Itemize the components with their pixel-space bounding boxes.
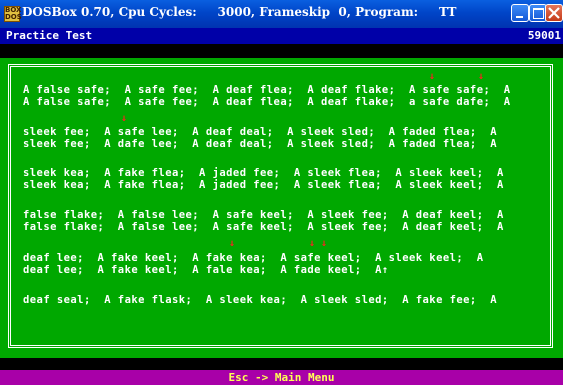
test-header: Practice Test 59001 [0, 28, 563, 44]
window-title-bar[interactable]: BOX DOS DOSBox 0.70, Cpu Cycles: 3000, F… [0, 0, 563, 28]
error-marker: ↓ [121, 113, 128, 124]
typed-line: sleek kea; A fake flea; A jaded fee; A s… [23, 179, 504, 191]
dosbox-app-icon[interactable]: BOX DOS [4, 6, 22, 22]
error-marker: ↓ [429, 71, 436, 82]
window-title: DOSBox 0.70, Cpu Cycles: 3000, Frameskip… [22, 5, 457, 19]
main-menu-hint[interactable]: Esc -> Main Menu [0, 370, 563, 385]
minimize-button[interactable] [511, 4, 529, 22]
upcoming-line: deaf seal; A fake flask; A sleek kea; A … [23, 294, 498, 306]
target-line: deaf lee; A fake keel; A fake kea; A saf… [23, 252, 484, 264]
footer-spacer [0, 358, 563, 370]
target-line: A false safe; A safe fee; A deaf flea; A… [23, 84, 511, 96]
test-counter: 59001 [527, 29, 561, 42]
header-spacer [0, 44, 563, 58]
close-button[interactable] [545, 4, 563, 22]
target-line: false flake; A false lee; A safe keel; A… [23, 209, 504, 221]
close-icon [548, 7, 560, 19]
test-title: Practice Test [6, 29, 93, 42]
target-line: sleek fee; A safe lee; A deaf deal; A sl… [23, 126, 498, 138]
typing-area: ↓ ↓ A false safe; A safe fee; A deaf fle… [0, 58, 563, 358]
error-marker: ↓ [478, 71, 485, 82]
target-line: sleek kea; A fake flea; A jaded fee; A s… [23, 167, 504, 179]
typed-line: deaf lee; A fake keel; A fale kea; A fad… [23, 264, 389, 276]
typed-line: sleek fee; A dafe lee; A deaf deal; A sl… [23, 138, 498, 150]
error-marker: ↓ [229, 238, 236, 249]
error-marker: ↓ [309, 238, 316, 249]
app-icon-text-bottom: DOS [5, 13, 22, 21]
error-marker: ↓ [321, 238, 328, 249]
typed-line: false flake; A false lee; A safe keel; A… [23, 221, 504, 233]
typed-line: A false safe; A safe fee; A deaf flea; A… [23, 96, 511, 108]
